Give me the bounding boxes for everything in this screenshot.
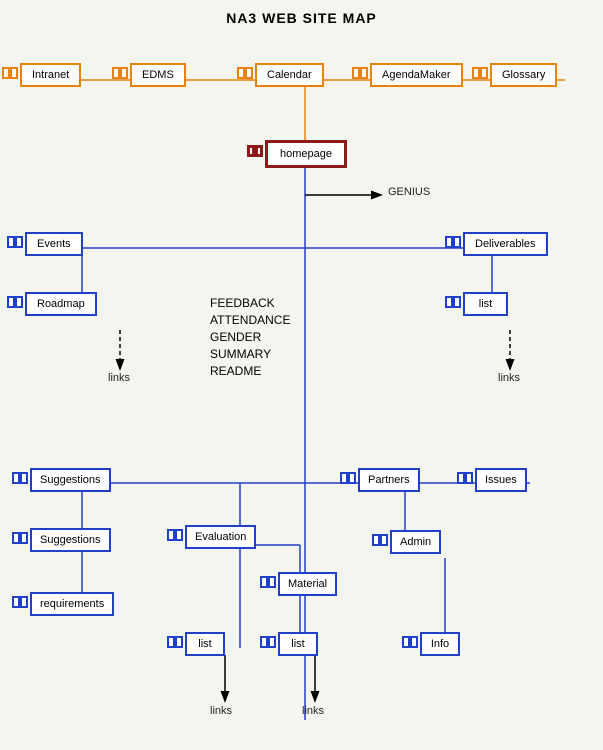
links-label-1: links	[108, 372, 130, 384]
list-top-node[interactable]: list	[463, 292, 508, 316]
list-bot2-label: list	[291, 638, 304, 650]
suggestions1-label: Suggestions	[40, 474, 101, 486]
calendar-node[interactable]: Calendar	[255, 63, 324, 87]
glossary-label: Glossary	[502, 69, 545, 81]
roadmap-label: Roadmap	[37, 298, 85, 310]
feedback-labels: FEEDBACK ATTENDANCE GENDER SUMMARY READM…	[210, 295, 290, 380]
deliverables-node[interactable]: Deliverables	[463, 232, 548, 256]
intranet-node[interactable]: Intranet	[20, 63, 81, 87]
roadmap-node[interactable]: Roadmap	[25, 292, 97, 316]
calendar-label: Calendar	[267, 69, 312, 81]
glossary-node[interactable]: Glossary	[490, 63, 557, 87]
edms-label: EDMS	[142, 69, 174, 81]
evaluation-node[interactable]: Evaluation	[185, 525, 256, 549]
admin-node[interactable]: Admin	[390, 530, 441, 554]
page-title: NA3 WEB SITE MAP	[0, 0, 603, 26]
material-node[interactable]: Material	[278, 572, 337, 596]
info-label: Info	[431, 638, 449, 650]
suggestions1-node[interactable]: Suggestions	[30, 468, 111, 492]
agendamaker-label: AgendaMaker	[382, 69, 451, 81]
intranet-label: Intranet	[32, 69, 69, 81]
issues-node[interactable]: Issues	[475, 468, 527, 492]
requirements-label: requirements	[40, 598, 104, 610]
partners-label: Partners	[368, 474, 410, 486]
issues-label: Issues	[485, 474, 517, 486]
requirements-node[interactable]: requirements	[30, 592, 114, 616]
suggestions2-node[interactable]: Suggestions	[30, 528, 111, 552]
links-label-3: links	[210, 705, 232, 717]
deliverables-label: Deliverables	[475, 238, 536, 250]
links-label-4: links	[302, 705, 324, 717]
links-label-2: links	[498, 372, 520, 384]
material-label: Material	[288, 578, 327, 590]
edms-node[interactable]: EDMS	[130, 63, 186, 87]
list-top-label: list	[479, 298, 492, 310]
info-node[interactable]: Info	[420, 632, 460, 656]
list-bot1-label: list	[198, 638, 211, 650]
suggestions2-label: Suggestions	[40, 534, 101, 546]
homepage-node[interactable]: homepage	[265, 140, 347, 168]
events-node[interactable]: Events	[25, 232, 83, 256]
events-label: Events	[37, 238, 71, 250]
list-bot2-node[interactable]: list	[278, 632, 318, 656]
homepage-label: homepage	[280, 148, 332, 160]
evaluation-label: Evaluation	[195, 531, 246, 543]
partners-node[interactable]: Partners	[358, 468, 420, 492]
genius-label: GENIUS	[388, 186, 430, 198]
admin-label: Admin	[400, 536, 431, 548]
agendamaker-node[interactable]: AgendaMaker	[370, 63, 463, 87]
list-bot1-node[interactable]: list	[185, 632, 225, 656]
